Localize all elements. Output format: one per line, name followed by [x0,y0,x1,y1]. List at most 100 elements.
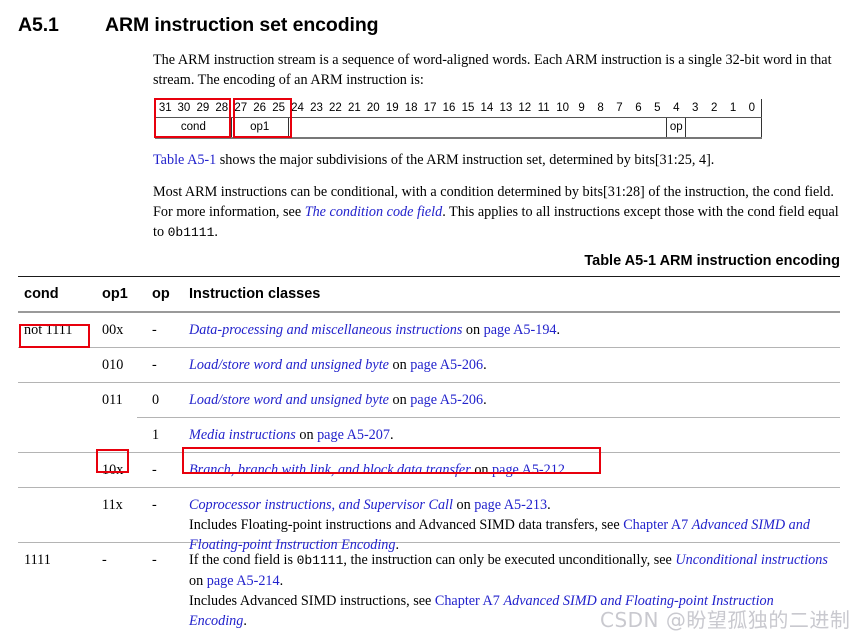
csdn-watermark: CSDN @盼望孤独的二进制 [600,608,851,632]
bit-label-19: 19 [382,99,402,118]
cross-reference-link[interactable]: Unconditional instructions [675,552,828,568]
text-segment: . [483,357,487,373]
bit-label-12: 12 [515,99,535,118]
bit-label-28: 28 [212,99,232,118]
bit-label-17: 17 [420,99,440,118]
text-segment: on [388,392,411,408]
cell-op: - [152,357,157,373]
column-header-instruction-classes: Instruction classes [189,286,321,302]
bit-label-21: 21 [344,99,364,118]
bit-label-7: 7 [610,99,629,118]
bit-label-29: 29 [193,99,213,118]
text-segment: on [470,462,493,478]
cross-reference-link[interactable]: Branch, branch with link, and block data… [189,462,471,478]
cell-op: 1 [152,427,160,443]
bit-field-op: op [666,117,686,139]
bit-field-table: 31 30 29 28 27 26 25 24 23 22 21 20 19 18 17 16 15 14 13 12… [155,99,762,139]
cell-op: - [152,552,157,568]
cross-reference-link[interactable]: Data-processing and miscellaneous instru… [189,322,462,338]
text-segment: on [295,427,318,443]
instruction-encoding-diagram: 31 30 29 28 27 26 25 24 23 22 21 20 19 18 17 16 15 14 13 12… [155,99,762,139]
cross-reference-link[interactable]: Media instructions [189,427,296,443]
bit-label-10: 10 [553,99,573,118]
column-header-cond: cond [24,286,59,302]
condition-code-field-link[interactable]: The condition code field [305,204,443,220]
cell-op: - [152,322,157,338]
text-segment: . [279,573,284,589]
text-segment: . [556,322,561,338]
bit-field-op1: op1 [230,117,289,139]
bit-field-cond: cond [155,117,232,139]
cross-reference-link[interactable]: Chapter A7 [435,593,500,609]
instruction-class-line: Coprocessor instructions, and Supervisor… [189,495,834,515]
cross-reference-link[interactable]: page A5-212 [492,462,565,478]
bit-label-3: 3 [685,99,705,118]
cell-instruction-classes: Load/store word and unsigned byte on pag… [189,390,834,410]
instruction-class-line: Load/store word and unsigned byte on pag… [189,355,834,375]
bit-label-26: 26 [250,99,270,118]
text-segment: on [388,357,411,373]
cross-reference-link[interactable]: Load/store word and unsigned byte [189,392,389,408]
cross-reference-link[interactable]: Coprocessor instructions, and Supervisor… [189,497,453,513]
text-segment: If the cond field is [189,552,297,568]
table-row: 1111 - - If the cond field is 0b1111, the i… [18,543,840,629]
bit-label-24: 24 [288,99,307,118]
bit-label-23: 23 [307,99,326,118]
bit-label-11: 11 [534,99,554,118]
text-segment: . [389,427,394,443]
bit-label-13: 13 [496,99,516,118]
cell-op1: 00x [102,322,124,338]
intro-paragraph: The ARM instruction stream is a sequence… [153,52,832,88]
table-row: 11x - Coprocessor instructions, and Superv… [18,488,840,553]
text-segment: on [189,573,207,589]
cell-cond: 1111 [24,552,51,568]
bit-label-1: 1 [723,99,743,118]
bit-label-14: 14 [477,99,497,118]
text-segment: 0b1111 [296,553,344,568]
cross-reference-link[interactable]: page A5-207 [317,427,390,443]
text-segment: . [243,613,247,629]
cross-reference-link[interactable]: page A5-213 [474,497,547,513]
table-a5-1-link[interactable]: Table A5-1 [153,152,216,168]
table-header-row: cond op1 op Instruction classes [18,277,840,311]
bit-label-6: 6 [628,99,648,118]
cross-reference-link[interactable]: page A5-194 [484,322,557,338]
instruction-class-line: If the cond field is 0b1111, the instruc… [189,550,834,591]
bit-label-8: 8 [591,99,610,118]
cell-op1: 11x [102,497,123,513]
table-row: 011 0 Load/store word and unsigned byte on… [18,383,840,417]
bit-label-5: 5 [647,99,667,118]
cross-reference-link[interactable]: page A5-214 [207,573,280,589]
cell-op1: 010 [102,357,124,373]
bit-number-row: 31 30 29 28 27 26 25 24 23 22 21 20 19 18 17 16 15 14 13 12… [155,99,762,118]
cell-instruction-classes: Data-processing and miscellaneous instru… [189,320,834,340]
table-row: 1 Media instructions on page A5-207. [18,418,840,452]
text-segment: Includes Advanced SIMD instructions, see [189,593,435,609]
cross-reference-link[interactable]: page A5-206 [410,357,483,373]
cell-instruction-classes: Branch, branch with link, and block data… [189,460,834,480]
bit-label-22: 22 [325,99,345,118]
bit-label-16: 16 [439,99,459,118]
text-segment: on [462,322,484,338]
section-number: A5.1 [18,14,59,36]
cross-reference-link[interactable]: Load/store word and unsigned byte [189,357,389,373]
bit-label-15: 15 [458,99,478,118]
bit-label-18: 18 [401,99,421,118]
cell-op1: - [102,552,107,568]
cell-op: - [152,497,157,513]
instruction-class-line: Load/store word and unsigned byte on pag… [189,390,834,410]
condition-paragraph: Most ARM instructions can be conditional… [153,182,853,243]
cross-reference-link[interactable]: page A5-206 [410,392,483,408]
cell-op: 0 [152,392,160,408]
bit-field-reserved-3:0 [685,117,762,139]
instruction-class-line: Data-processing and miscellaneous instru… [189,320,834,340]
cross-reference-link[interactable]: Chapter A7 [623,517,688,533]
bit-label-20: 20 [363,99,383,118]
bit-label-27: 27 [231,99,251,118]
table-reference-paragraph: Table A5-1 shows the major subdivisions … [153,150,853,170]
instruction-class-line: Media instructions on page A5-207. [189,425,834,445]
bit-label-30: 30 [174,99,194,118]
bit-label-0: 0 [742,99,762,118]
bit-label-31: 31 [155,99,175,118]
condition-text-part3: . [214,224,218,240]
